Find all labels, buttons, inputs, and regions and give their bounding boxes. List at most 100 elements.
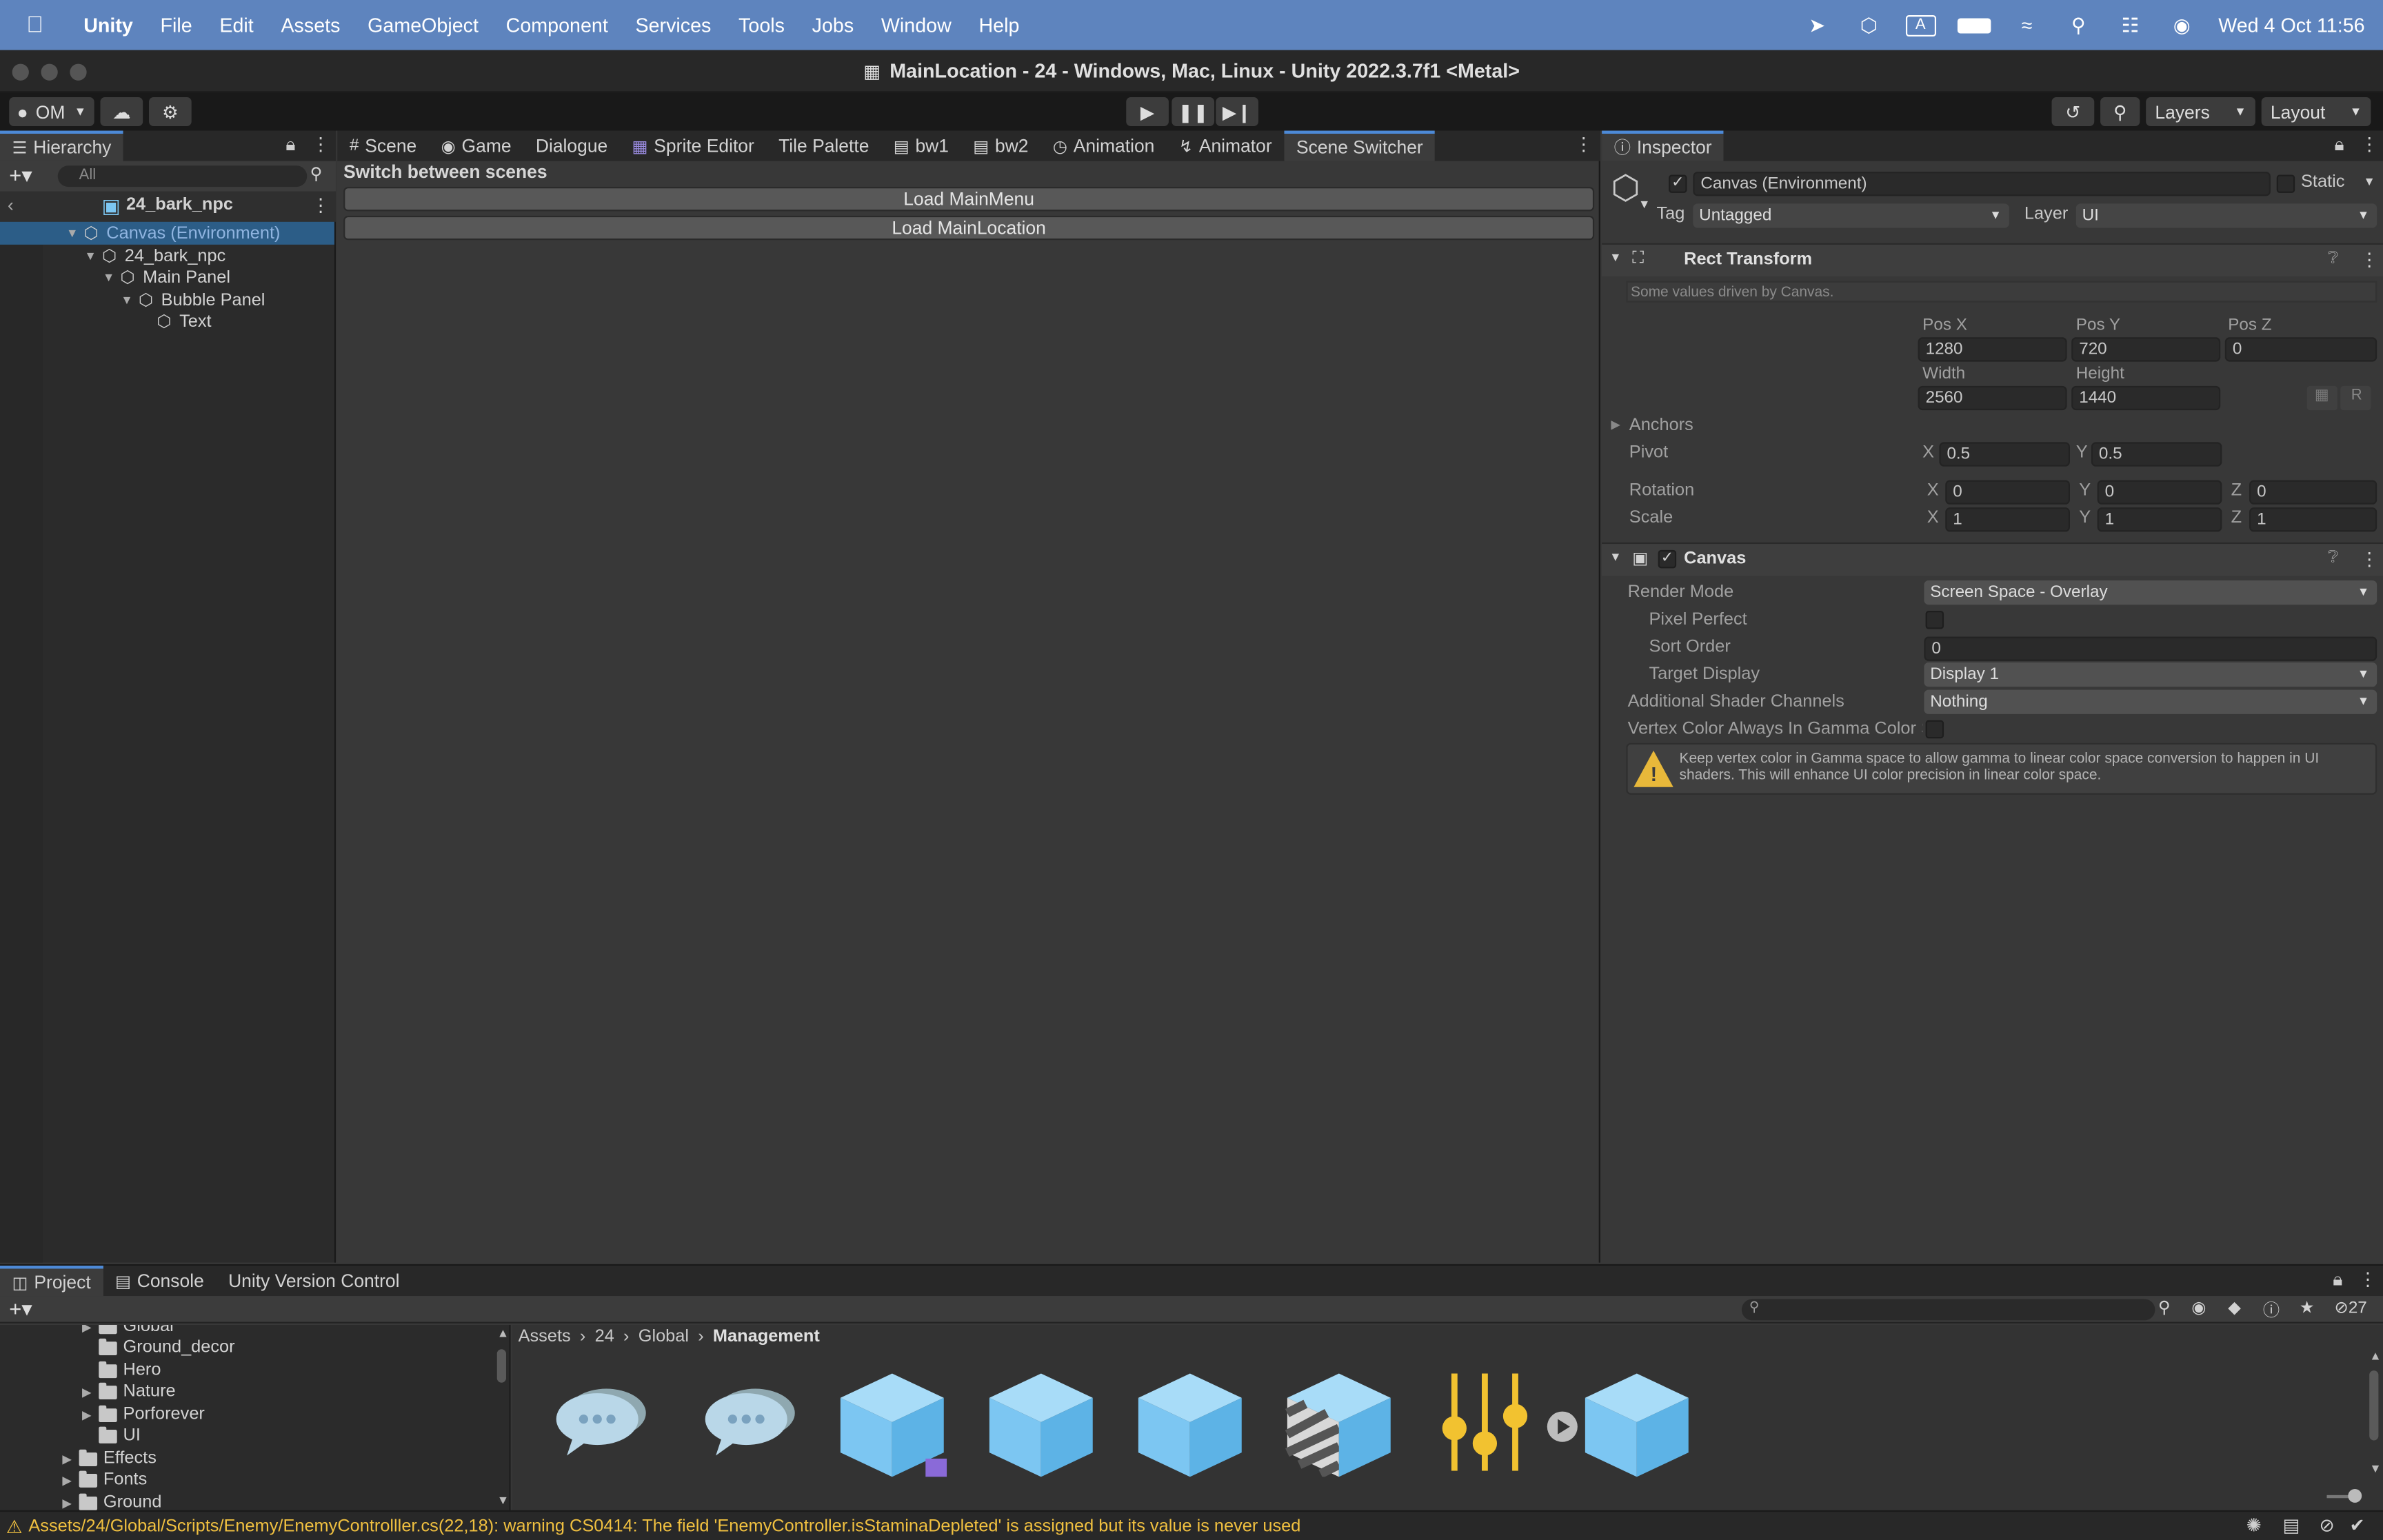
tab-sprite-editor[interactable]: ▦ Sprite Editor	[620, 131, 767, 161]
rotation-y-field[interactable]: 0	[2097, 480, 2222, 505]
expand-arrow-icon[interactable]: ▼	[119, 293, 135, 307]
menu-help[interactable]: Help	[965, 14, 1034, 37]
services-button[interactable]: ⚙	[149, 97, 192, 126]
layout-dropdown[interactable]: Layout ▼	[2261, 97, 2371, 126]
tab-version-control[interactable]: Unity Version Control	[216, 1266, 412, 1296]
prefab-cube-icon[interactable]	[837, 1368, 947, 1477]
menu-services[interactable]: Services	[622, 14, 725, 37]
folder-item[interactable]: ▶ Effects	[62, 1448, 157, 1470]
play-button[interactable]: ▶	[1126, 97, 1169, 126]
menubar-clock[interactable]: Wed 4 Oct 11:56	[2218, 14, 2364, 37]
tab-scene[interactable]: # Scene	[337, 131, 429, 161]
account-dropdown[interactable]: ● OM ▼	[9, 97, 94, 126]
hierarchy-item[interactable]: ▼ ⬡ Bubble Panel	[0, 289, 334, 312]
pause-button[interactable]: ❚❚	[1172, 97, 1215, 126]
undo-history-button[interactable]: ↺	[2051, 97, 2095, 126]
kebab-menu-icon[interactable]: ⋮	[312, 134, 330, 155]
tab-tile-palette[interactable]: Tile Palette	[766, 131, 881, 161]
scroll-up-icon[interactable]: ▲	[497, 1326, 509, 1340]
tab-inspector[interactable]: ⓘ Inspector	[1602, 130, 1725, 161]
expand-arrow-icon[interactable]: ▼	[64, 226, 81, 240]
raw-edit-button[interactable]: R	[2340, 385, 2371, 411]
rect-transform-header[interactable]: ▼ ⛶ Rect Transform ❔︎ ⋮	[1602, 243, 2383, 277]
anchors-label[interactable]: Anchors	[1629, 416, 1693, 434]
width-field[interactable]: 2560	[1918, 385, 2067, 411]
kebab-menu-icon[interactable]: ⋮	[2360, 134, 2378, 155]
hidden-packages-toggle[interactable]: ⊘27	[2334, 1297, 2366, 1317]
canvas-enabled-checkbox[interactable]: ✓	[1658, 549, 1677, 569]
scale-z-field[interactable]: 1	[2249, 507, 2377, 532]
tab-hierarchy[interactable]: ☰ Hierarchy	[0, 130, 124, 161]
filter-log-icon[interactable]: ⓘ	[2263, 1297, 2280, 1321]
pixel-perfect-checkbox[interactable]	[1925, 611, 1944, 629]
close-window-button[interactable]	[12, 63, 29, 81]
expand-arrow-icon[interactable]: ▼	[1609, 550, 1621, 564]
zoom-window-button[interactable]	[70, 63, 87, 81]
prefab-cube-icon[interactable]	[1135, 1368, 1245, 1477]
create-asset-button[interactable]: +▾	[9, 1296, 32, 1321]
audio-mixer-icon[interactable]	[1433, 1368, 1542, 1477]
kebab-menu-icon[interactable]: ⋮	[312, 194, 330, 216]
tab-dialogue[interactable]: Dialogue	[523, 131, 620, 161]
sort-order-field[interactable]: 0	[1924, 636, 2377, 661]
search-button[interactable]: ⚲	[2100, 97, 2140, 126]
wifi-icon[interactable]: ≈	[2011, 14, 2042, 37]
layer-dropdown[interactable]: UI ▼	[2075, 203, 2377, 228]
progress-check-icon[interactable]: ✔	[2350, 1514, 2365, 1536]
battery-icon[interactable]	[1957, 17, 1991, 33]
pivot-x-field[interactable]: 0.5	[1939, 442, 2070, 467]
help-icon[interactable]: ❔︎	[2329, 549, 2339, 569]
project-search-input[interactable]: ⚲	[1741, 1299, 2155, 1321]
expand-arrow-icon[interactable]: ▼	[100, 270, 117, 284]
lock-icon[interactable]: 🔒︎	[285, 134, 295, 156]
chevron-down-icon[interactable]: ▼	[2363, 174, 2375, 188]
folder-item[interactable]: ▶ Global	[82, 1324, 174, 1337]
tree-scrollbar-thumb[interactable]	[496, 1349, 506, 1383]
unity-hub-icon[interactable]: ⬡	[1853, 13, 1884, 37]
hierarchy-item[interactable]: ▼ ⬡ Main Panel	[0, 266, 334, 289]
folder-item[interactable]: ▶ Fonts	[62, 1469, 147, 1490]
cache-server-icon[interactable]: ▤	[2283, 1514, 2300, 1536]
menu-window[interactable]: Window	[867, 14, 965, 37]
rotation-z-field[interactable]: 0	[2249, 480, 2377, 505]
siri-icon[interactable]: ◉	[2166, 13, 2197, 37]
prefab-cube-icon[interactable]	[986, 1368, 1096, 1477]
breadcrumb-item[interactable]: Assets	[519, 1328, 571, 1346]
dialogue-asset-icon[interactable]	[694, 1368, 804, 1477]
posz-field[interactable]: 0	[2224, 337, 2377, 362]
kebab-menu-icon[interactable]: ⋮	[1574, 134, 1592, 155]
scale-y-field[interactable]: 1	[2097, 507, 2222, 532]
bug-icon[interactable]: ✺	[2246, 1514, 2262, 1536]
layers-dropdown[interactable]: Layers ▼	[2146, 97, 2255, 126]
minimize-window-button[interactable]	[41, 63, 58, 81]
kebab-menu-icon[interactable]: ⋮	[2359, 1268, 2377, 1290]
help-icon[interactable]: ❔︎	[2329, 249, 2339, 269]
scale-x-field[interactable]: 1	[1945, 507, 2070, 532]
rotation-x-field[interactable]: 0	[1945, 480, 2070, 505]
target-display-dropdown[interactable]: Display 1 ▼	[1924, 662, 2377, 687]
folder-item[interactable]: UI	[99, 1425, 141, 1446]
chevron-down-icon[interactable]: ▼	[1638, 198, 1650, 212]
posx-field[interactable]: 1280	[1918, 337, 2067, 362]
dialogue-asset-icon[interactable]	[545, 1368, 655, 1477]
kebab-menu-icon[interactable]: ⋮	[2360, 549, 2378, 570]
expand-arrow-icon[interactable]: ▶	[82, 1408, 99, 1421]
scroll-down-icon[interactable]: ▼	[497, 1494, 509, 1508]
lock-icon[interactable]: 🔒︎	[2334, 134, 2344, 156]
expand-arrow-icon[interactable]: ▼	[82, 249, 99, 263]
canvas-component-header[interactable]: ▼ ▣ ✓ Canvas ❔︎ ⋮	[1602, 542, 2383, 576]
tab-project[interactable]: ◫ Project	[0, 1266, 103, 1297]
menu-component[interactable]: Component	[492, 14, 622, 37]
pivot-y-field[interactable]: 0.5	[2091, 442, 2222, 467]
play-preview-icon[interactable]	[1546, 1410, 1579, 1443]
tab-game[interactable]: ◉ Game	[429, 131, 523, 161]
status-message[interactable]: Assets/24/Global/Scripts/Enemy/EnemyCont…	[28, 1517, 1300, 1535]
tab-bw2[interactable]: ▤ bw2	[961, 131, 1041, 161]
control-center-icon[interactable]: ☷	[2115, 13, 2145, 37]
input-source-icon[interactable]: A	[1905, 14, 1936, 36]
prefab-cube-icon[interactable]	[1582, 1368, 1691, 1477]
breadcrumb-item[interactable]: Global	[639, 1328, 689, 1346]
folder-item[interactable]: Hero	[99, 1360, 161, 1381]
tag-dropdown[interactable]: Untagged ▼	[1693, 203, 2009, 228]
tab-animator[interactable]: ↯ Animator	[1167, 131, 1284, 161]
